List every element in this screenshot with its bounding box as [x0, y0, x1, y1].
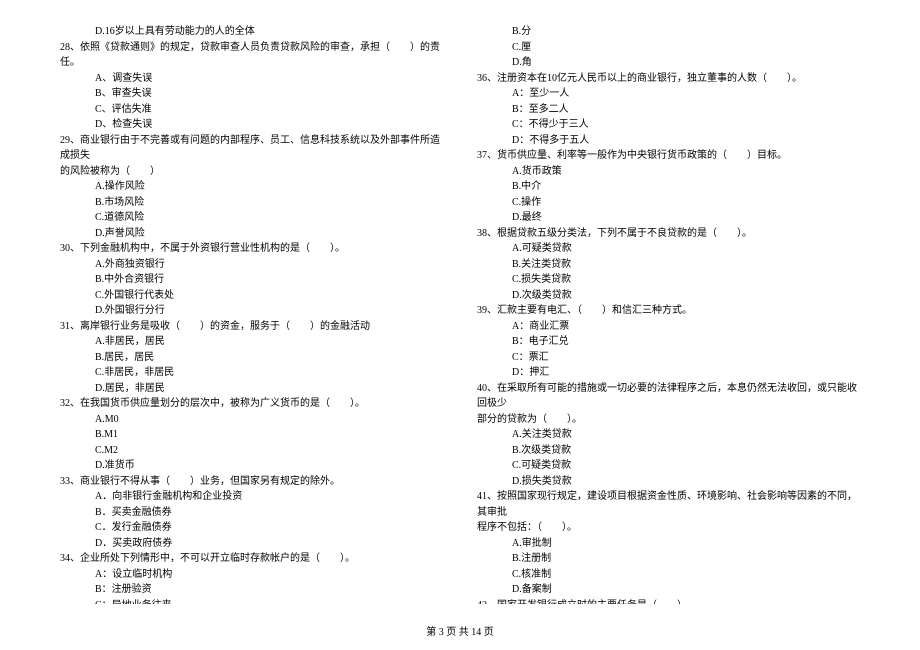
option-line: C.非居民，非居民 [60, 365, 443, 381]
option-line: D.角 [477, 55, 860, 71]
question-line: 42、国家开发银行成立时的主要任务是（ ）。 [477, 598, 860, 605]
option-line: D：押汇 [477, 365, 860, 381]
option-line: A.货币政策 [477, 164, 860, 180]
option-line: C：票汇 [477, 350, 860, 366]
option-line: B：电子汇兑 [477, 334, 860, 350]
exam-page: D.16岁以上具有劳动能力的人的全体28、依照《贷款通则》的规定，贷款审查人员负… [0, 0, 920, 650]
option-line: C：异地业务往来 [60, 598, 443, 605]
option-line: C：不得少于三人 [477, 117, 860, 133]
option-line: C.损失类贷款 [477, 272, 860, 288]
option-line: C.M2 [60, 443, 443, 459]
option-line: C.可疑类贷款 [477, 458, 860, 474]
option-line: D．买卖政府债券 [60, 536, 443, 552]
option-line: B：注册验资 [60, 582, 443, 598]
option-line: D.备案制 [477, 582, 860, 598]
option-line: A.审批制 [477, 536, 860, 552]
option-line: B.关注类贷款 [477, 257, 860, 273]
option-line: D.最终 [477, 210, 860, 226]
option-line: D.损失类贷款 [477, 474, 860, 490]
option-line: A.可疑类贷款 [477, 241, 860, 257]
option-line: A．向非银行金融机构和企业投资 [60, 489, 443, 505]
question-line: 38、根据贷款五级分类法，下列不属于不良贷款的是（ ）。 [477, 226, 860, 242]
option-line: B：至多二人 [477, 102, 860, 118]
option-line: D：不得多于五人 [477, 133, 860, 149]
question-line: 37、货币供应量、利率等一般作为中央银行货币政策的（ ）目标。 [477, 148, 860, 164]
page-footer: 第 3 页 共 14 页 [0, 625, 920, 641]
option-line: C.外国银行代表处 [60, 288, 443, 304]
option-line: B.中介 [477, 179, 860, 195]
option-line: C、评估失准 [60, 102, 443, 118]
option-line: D、检查失误 [60, 117, 443, 133]
option-line: A.非居民，居民 [60, 334, 443, 350]
question-line: 40、在采取所有可能的措施或一切必要的法律程序之后，本息仍然无法收回，或只能收回… [477, 381, 860, 412]
option-line: D.准货币 [60, 458, 443, 474]
option-line: A：商业汇票 [477, 319, 860, 335]
option-line: D.声誉风险 [60, 226, 443, 242]
option-line: A.M0 [60, 412, 443, 428]
option-line: B、审查失误 [60, 86, 443, 102]
option-line: A.外商独资银行 [60, 257, 443, 273]
option-line: A、调查失误 [60, 71, 443, 87]
option-line: B.市场风险 [60, 195, 443, 211]
option-line: B.注册制 [477, 551, 860, 567]
option-line: B.次级类贷款 [477, 443, 860, 459]
question-line: 29、商业银行由于不完善或有问题的内部程序、员工、信息科技系统以及外部事件所造成… [60, 133, 443, 164]
question-line: 36、注册资本在10亿元人民币以上的商业银行，独立董事的人数（ ）。 [477, 71, 860, 87]
option-line: D.16岁以上具有劳动能力的人的全体 [60, 24, 443, 40]
left-column: D.16岁以上具有劳动能力的人的全体28、依照《贷款通则》的规定，贷款审查人员负… [60, 24, 443, 604]
option-line: C.操作 [477, 195, 860, 211]
option-line: B.分 [477, 24, 860, 40]
option-line: C.核准制 [477, 567, 860, 583]
right-column: B.分C.厘D.角36、注册资本在10亿元人民币以上的商业银行，独立董事的人数（… [477, 24, 860, 604]
option-line: A：设立临时机构 [60, 567, 443, 583]
question-line: 程序不包括：（ ）。 [477, 520, 860, 536]
two-column-layout: D.16岁以上具有劳动能力的人的全体28、依照《贷款通则》的规定，贷款审查人员负… [60, 24, 860, 604]
question-line: 31、离岸银行业务是吸收（ ）的资金，服务于（ ）的金融活动 [60, 319, 443, 335]
option-line: B.M1 [60, 427, 443, 443]
question-line: 32、在我国货币供应量划分的层次中，被称为广义货币的是（ ）。 [60, 396, 443, 412]
option-line: A.关注类贷款 [477, 427, 860, 443]
question-line: 28、依照《贷款通则》的规定，贷款审查人员负责贷款风险的审查，承担（ ）的责任。 [60, 40, 443, 71]
option-line: B．买卖金融债券 [60, 505, 443, 521]
option-line: C.道德风险 [60, 210, 443, 226]
option-line: B.居民，居民 [60, 350, 443, 366]
question-line: 33、商业银行不得从事（ ）业务，但国家另有规定的除外。 [60, 474, 443, 490]
option-line: A.操作风险 [60, 179, 443, 195]
question-line: 39、汇款主要有电汇、（ ）和信汇三种方式。 [477, 303, 860, 319]
question-line: 的风险被称为（ ） [60, 164, 443, 180]
option-line: D.居民，非居民 [60, 381, 443, 397]
option-line: C．发行金融债券 [60, 520, 443, 536]
option-line: A：至少一人 [477, 86, 860, 102]
option-line: C.厘 [477, 40, 860, 56]
question-line: 部分的贷款为（ ）。 [477, 412, 860, 428]
question-line: 41、按照国家现行规定，建设项目根据资金性质、环境影响、社会影响等因素的不同，其… [477, 489, 860, 520]
question-line: 30、下列金融机构中，不属于外资银行营业性机构的是（ ）。 [60, 241, 443, 257]
option-line: B.中外合资银行 [60, 272, 443, 288]
option-line: D.次级类贷款 [477, 288, 860, 304]
question-line: 34、企业所处下列情形中，不可以开立临时存款帐户的是（ ）。 [60, 551, 443, 567]
option-line: D.外国银行分行 [60, 303, 443, 319]
